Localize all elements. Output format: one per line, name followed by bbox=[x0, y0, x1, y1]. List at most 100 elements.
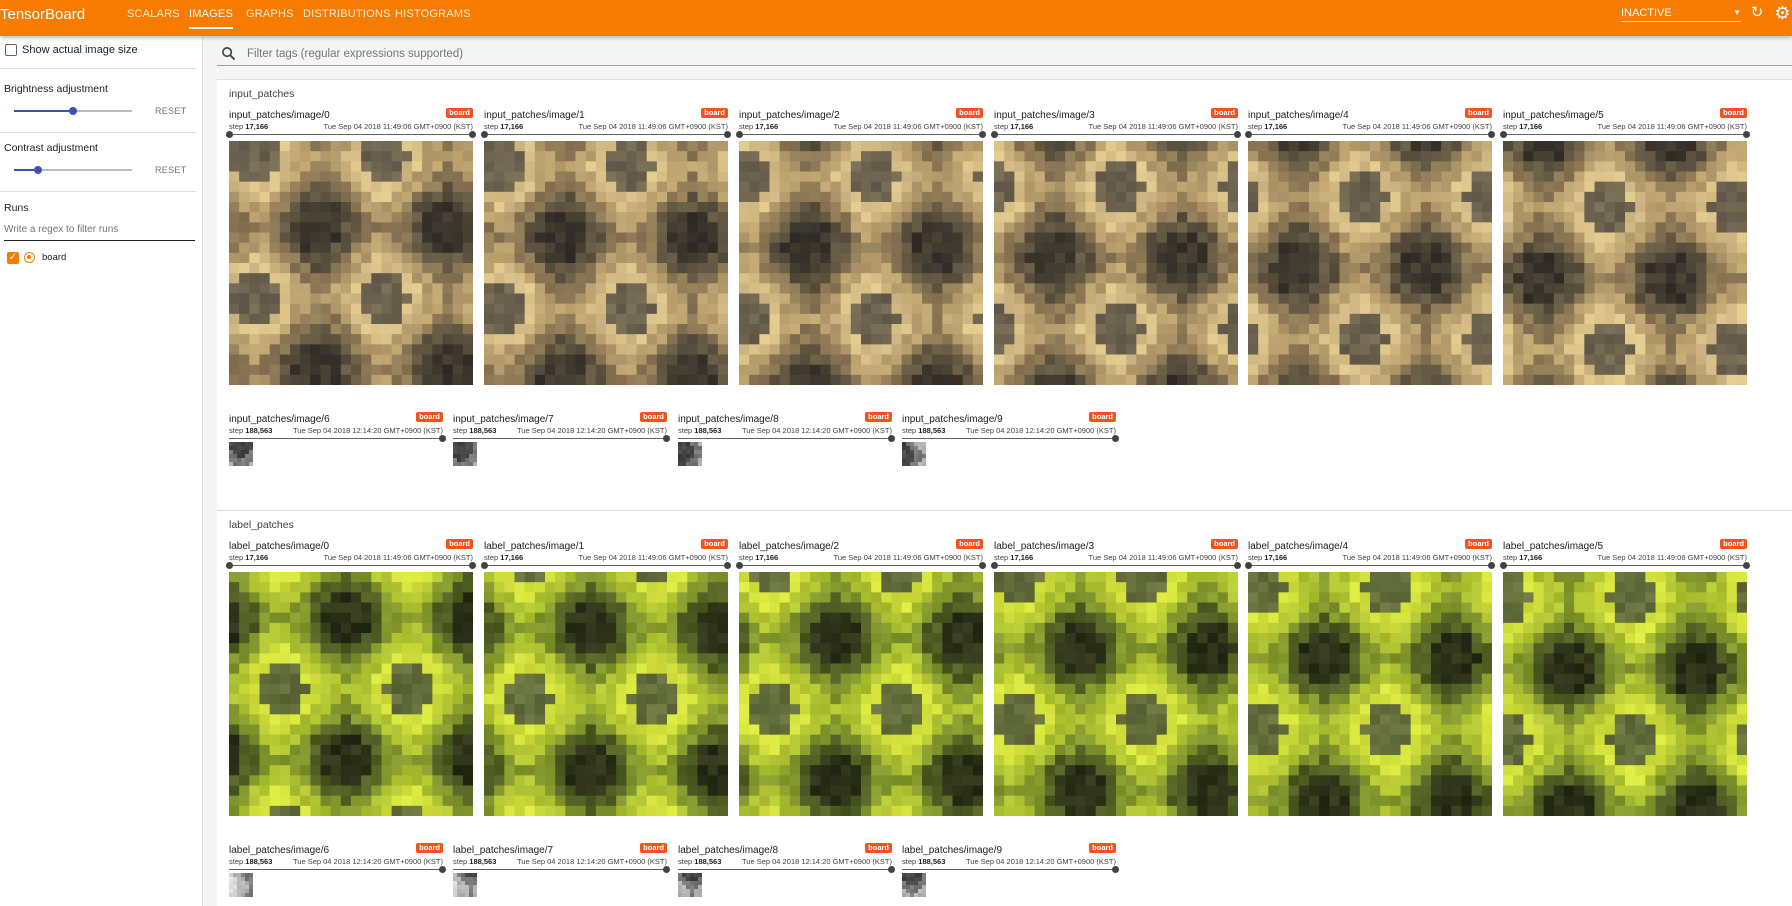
image-thumbnail[interactable] bbox=[484, 141, 728, 385]
step-slider-knob[interactable] bbox=[991, 562, 998, 569]
step-slider-end[interactable] bbox=[439, 435, 446, 442]
active-dashboard-select[interactable]: INACTIVE ▼ bbox=[1621, 6, 1741, 22]
image-thumbnail[interactable] bbox=[994, 572, 1238, 816]
step-slider-track[interactable] bbox=[453, 869, 667, 870]
timestamp: Tue Sep 04 2018 11:49:06 GMT+0900 (KST) bbox=[1342, 122, 1492, 131]
step-slider-track[interactable] bbox=[739, 134, 983, 135]
image-thumbnail[interactable] bbox=[229, 572, 473, 816]
step-slider-knob[interactable] bbox=[736, 562, 743, 569]
step-slider-track[interactable] bbox=[453, 438, 667, 439]
step-slider-track[interactable] bbox=[739, 565, 983, 566]
step-slider-track[interactable] bbox=[229, 134, 473, 135]
step-label: step 17,166 bbox=[484, 122, 524, 131]
step-slider-track[interactable] bbox=[229, 438, 443, 439]
step-slider-knob[interactable] bbox=[481, 562, 488, 569]
step-slider-track[interactable] bbox=[229, 869, 443, 870]
step-slider-track[interactable] bbox=[994, 134, 1238, 135]
timestamp: Tue Sep 04 2018 11:49:06 GMT+0900 (KST) bbox=[323, 553, 473, 562]
image-thumbnail[interactable] bbox=[1503, 572, 1747, 816]
step-slider-end[interactable] bbox=[1234, 562, 1241, 569]
step-slider-end[interactable] bbox=[439, 866, 446, 873]
step-slider-track[interactable] bbox=[994, 565, 1238, 566]
step-slider-end[interactable] bbox=[663, 435, 670, 442]
tab-histograms[interactable]: HISTOGRAMS bbox=[395, 0, 471, 29]
image-thumbnail[interactable] bbox=[678, 442, 702, 466]
gear-icon[interactable]: ⚙ bbox=[1773, 3, 1792, 23]
run-badge: board bbox=[865, 843, 892, 853]
step-slider-track[interactable] bbox=[678, 869, 892, 870]
run-board-checkbox[interactable]: ✓ bbox=[7, 252, 19, 264]
step-slider-track[interactable] bbox=[229, 565, 473, 566]
step-slider-track[interactable] bbox=[902, 869, 1116, 870]
brightness-reset-button[interactable]: RESET bbox=[155, 106, 187, 116]
image-thumbnail[interactable] bbox=[739, 572, 983, 816]
step-slider-end[interactable] bbox=[1743, 562, 1750, 569]
step-slider-track[interactable] bbox=[1503, 134, 1747, 135]
step-slider-track[interactable] bbox=[484, 134, 728, 135]
step-slider-end[interactable] bbox=[663, 866, 670, 873]
step-slider-end[interactable] bbox=[1112, 435, 1119, 442]
image-thumbnail[interactable] bbox=[739, 141, 983, 385]
step-slider-end[interactable] bbox=[1743, 131, 1750, 138]
image-thumbnail[interactable] bbox=[902, 442, 926, 466]
step-slider-knob[interactable] bbox=[1245, 131, 1252, 138]
step-slider-end[interactable] bbox=[1112, 866, 1119, 873]
step-slider-knob[interactable] bbox=[1500, 562, 1507, 569]
step-slider-end[interactable] bbox=[979, 562, 986, 569]
step-slider-end[interactable] bbox=[724, 562, 731, 569]
image-thumbnail[interactable] bbox=[1503, 141, 1747, 385]
step-slider-end[interactable] bbox=[469, 131, 476, 138]
image-thumbnail[interactable] bbox=[994, 141, 1238, 385]
step-slider-track[interactable] bbox=[902, 438, 1116, 439]
step-slider-track[interactable] bbox=[1248, 565, 1492, 566]
image-tag-name: label_patches/image/2 bbox=[739, 541, 840, 552]
run-badge: board bbox=[865, 412, 892, 422]
tab-scalars[interactable]: SCALARS bbox=[127, 0, 180, 29]
step-slider-end[interactable] bbox=[1488, 562, 1495, 569]
step-slider-end[interactable] bbox=[888, 435, 895, 442]
step-slider-end[interactable] bbox=[888, 866, 895, 873]
step-slider-end[interactable] bbox=[979, 131, 986, 138]
image-thumbnail[interactable] bbox=[229, 873, 253, 897]
step-label: step 17,166 bbox=[994, 122, 1034, 131]
run-badge: board bbox=[446, 539, 473, 549]
image-thumbnail[interactable] bbox=[902, 873, 926, 897]
image-thumbnail[interactable] bbox=[229, 442, 253, 466]
image-tag-name: label_patches/image/1 bbox=[484, 541, 585, 552]
step-slider-knob[interactable] bbox=[481, 131, 488, 138]
step-slider-track[interactable] bbox=[1503, 565, 1747, 566]
image-thumbnail[interactable] bbox=[1248, 572, 1492, 816]
image-thumbnail[interactable] bbox=[678, 873, 702, 897]
run-badge: board bbox=[1465, 539, 1492, 549]
step-slider-track[interactable] bbox=[1248, 134, 1492, 135]
contrast-reset-button[interactable]: RESET bbox=[155, 165, 187, 175]
tab-distributions[interactable]: DISTRIBUTIONS bbox=[303, 0, 391, 29]
step-slider-knob[interactable] bbox=[736, 131, 743, 138]
brightness-slider-knob[interactable] bbox=[69, 107, 77, 115]
image-thumbnail[interactable] bbox=[1248, 141, 1492, 385]
tag-filter-input[interactable]: Filter tags (regular expressions support… bbox=[247, 46, 1747, 62]
tag-filter-bar[interactable]: Filter tags (regular expressions support… bbox=[217, 44, 1792, 66]
step-slider-end[interactable] bbox=[1488, 131, 1495, 138]
step-slider-end[interactable] bbox=[1234, 131, 1241, 138]
step-slider-knob[interactable] bbox=[991, 131, 998, 138]
step-slider-knob[interactable] bbox=[1500, 131, 1507, 138]
step-slider-track[interactable] bbox=[484, 565, 728, 566]
step-slider-knob[interactable] bbox=[1245, 562, 1252, 569]
image-thumbnail[interactable] bbox=[453, 873, 477, 897]
image-thumbnail[interactable] bbox=[229, 141, 473, 385]
runs-filter-input[interactable]: Write a regex to filter runs bbox=[4, 221, 195, 241]
show-actual-size-checkbox[interactable] bbox=[5, 44, 17, 56]
reload-icon[interactable]: ↻ bbox=[1749, 4, 1765, 22]
step-slider-knob[interactable] bbox=[226, 562, 233, 569]
step-slider-end[interactable] bbox=[724, 131, 731, 138]
step-slider-knob[interactable] bbox=[226, 131, 233, 138]
tab-graphs[interactable]: GRAPHS bbox=[246, 0, 294, 29]
step-slider-end[interactable] bbox=[469, 562, 476, 569]
contrast-slider-knob[interactable] bbox=[33, 166, 42, 174]
tab-images[interactable]: IMAGES bbox=[189, 0, 233, 29]
image-thumbnail[interactable] bbox=[484, 572, 728, 816]
image-thumbnail[interactable] bbox=[453, 442, 477, 466]
search-icon bbox=[222, 47, 236, 61]
step-slider-track[interactable] bbox=[678, 438, 892, 439]
